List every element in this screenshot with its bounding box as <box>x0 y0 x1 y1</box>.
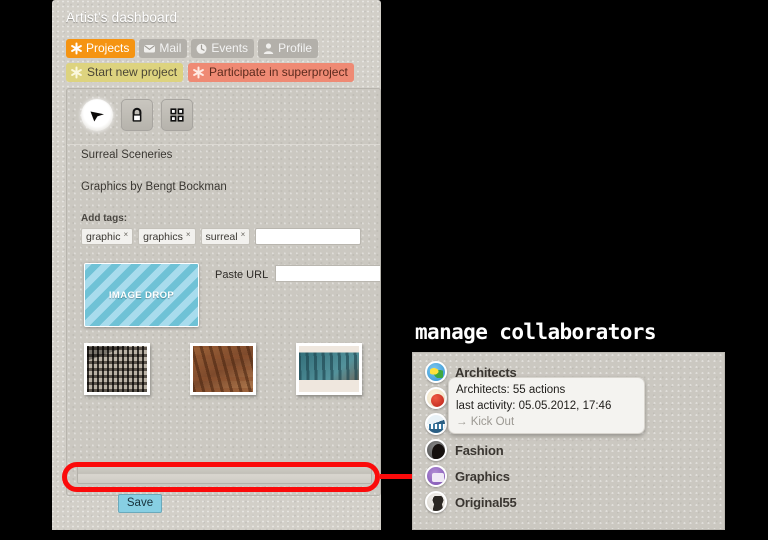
lock-tool-button[interactable] <box>121 99 153 131</box>
image-drop-zone[interactable]: IMAGE DROP <box>84 263 199 327</box>
collaborator-tooltip: Architects: 55 actions last activity: 05… <box>448 377 645 434</box>
action-button-bar: Start new project Participate in superpr… <box>66 63 354 82</box>
asterisk-icon <box>70 42 83 55</box>
globe-avatar-icon <box>425 361 447 383</box>
tablet-avatar-icon <box>425 465 447 487</box>
silhouette-avatar-icon <box>425 439 447 461</box>
tab-events[interactable]: Events <box>191 39 255 58</box>
image-drop-label: IMAGE DROP <box>108 289 175 301</box>
start-new-project-label: Start new project <box>87 65 178 79</box>
collaborators-slot-strip[interactable] <box>77 464 372 484</box>
tab-events-label: Events <box>211 41 249 55</box>
tab-mail[interactable]: Mail <box>139 39 188 58</box>
close-icon[interactable]: × <box>123 229 128 240</box>
tag-label: graphics <box>143 231 183 243</box>
grid-icon <box>167 105 187 125</box>
save-button[interactable]: Save <box>118 494 162 513</box>
thumbnail-engraving-bw[interactable] <box>84 343 150 395</box>
close-icon[interactable]: × <box>186 229 191 240</box>
asterisk-icon <box>192 66 205 79</box>
thumbnail-sepia-interior[interactable] <box>190 343 256 395</box>
annotation-leader-line <box>380 474 412 479</box>
project-title: Surreal Sceneries <box>81 149 173 161</box>
tab-profile[interactable]: Profile <box>258 39 319 58</box>
thumbnail-strip <box>84 341 374 399</box>
tag-chip[interactable]: surreal × <box>200 228 251 245</box>
tag-label: surreal <box>205 231 238 243</box>
participate-superproject-button[interactable]: Participate in superproject <box>188 63 354 82</box>
tab-projects-label: Projects <box>86 41 130 55</box>
divider <box>67 144 380 145</box>
artist-dashboard-window: Artist's dashboard Projects Mail Events … <box>52 0 381 530</box>
list-item[interactable]: Graphics <box>425 463 715 489</box>
lock-icon <box>127 105 147 125</box>
tag-chip[interactable]: graphics × <box>138 228 196 245</box>
person-icon <box>262 42 275 55</box>
tab-projects[interactable]: Projects <box>66 39 136 58</box>
primary-tab-bar: Projects Mail Events Profile <box>66 39 319 58</box>
pointer-icon <box>87 105 107 125</box>
clock-icon <box>195 42 208 55</box>
tooltip-actions-line: Architects: 55 actions <box>456 384 566 396</box>
new-tag-input[interactable] <box>255 228 362 245</box>
paste-url-label: Paste URL <box>215 269 269 281</box>
tab-mail-label: Mail <box>159 41 182 55</box>
apple-avatar-icon <box>425 387 447 409</box>
editor-toolbar <box>81 99 193 131</box>
asterisk-icon <box>70 66 83 79</box>
project-editor-card: Surreal Sceneries Graphics by Bengt Bock… <box>66 88 381 496</box>
pointer-tool-button[interactable] <box>81 99 113 131</box>
list-item[interactable]: Original55 <box>425 489 715 515</box>
paste-url-input[interactable] <box>275 265 380 282</box>
tooltip-activity-line: last activity: 05.05.2012, 17:46 <box>456 400 612 412</box>
kick-out-link[interactable]: → Kick Out <box>456 414 637 430</box>
thumbnail-teal-machinery[interactable] <box>296 343 362 395</box>
participate-superproject-label: Participate in superproject <box>209 65 348 79</box>
screenshot-canvas: Artist's dashboard Projects Mail Events … <box>0 0 768 540</box>
manage-collaborators-title: manage collaborators <box>415 320 656 344</box>
collaborator-name: Original55 <box>455 494 517 510</box>
collaborator-name: Fashion <box>455 442 504 458</box>
start-new-project-button[interactable]: Start new project <box>66 63 184 82</box>
grid-tool-button[interactable] <box>161 99 193 131</box>
tag-label: graphic <box>86 231 121 243</box>
page-title: Artist's dashboard <box>66 10 178 25</box>
tab-profile-label: Profile <box>278 41 313 55</box>
project-subtitle: Graphics by Bengt Bockman <box>81 181 227 193</box>
tag-chip[interactable]: graphic × <box>81 228 134 245</box>
default-person-avatar-icon <box>425 491 447 513</box>
list-item[interactable]: Fashion <box>425 437 715 463</box>
close-icon[interactable]: × <box>241 229 246 240</box>
landscape-avatar-icon <box>425 413 447 435</box>
tag-list: graphic × graphics × surreal × <box>81 228 362 245</box>
collaborator-name: Graphics <box>455 468 510 484</box>
add-tags-label: Add tags: <box>81 213 128 224</box>
envelope-icon <box>143 42 156 55</box>
